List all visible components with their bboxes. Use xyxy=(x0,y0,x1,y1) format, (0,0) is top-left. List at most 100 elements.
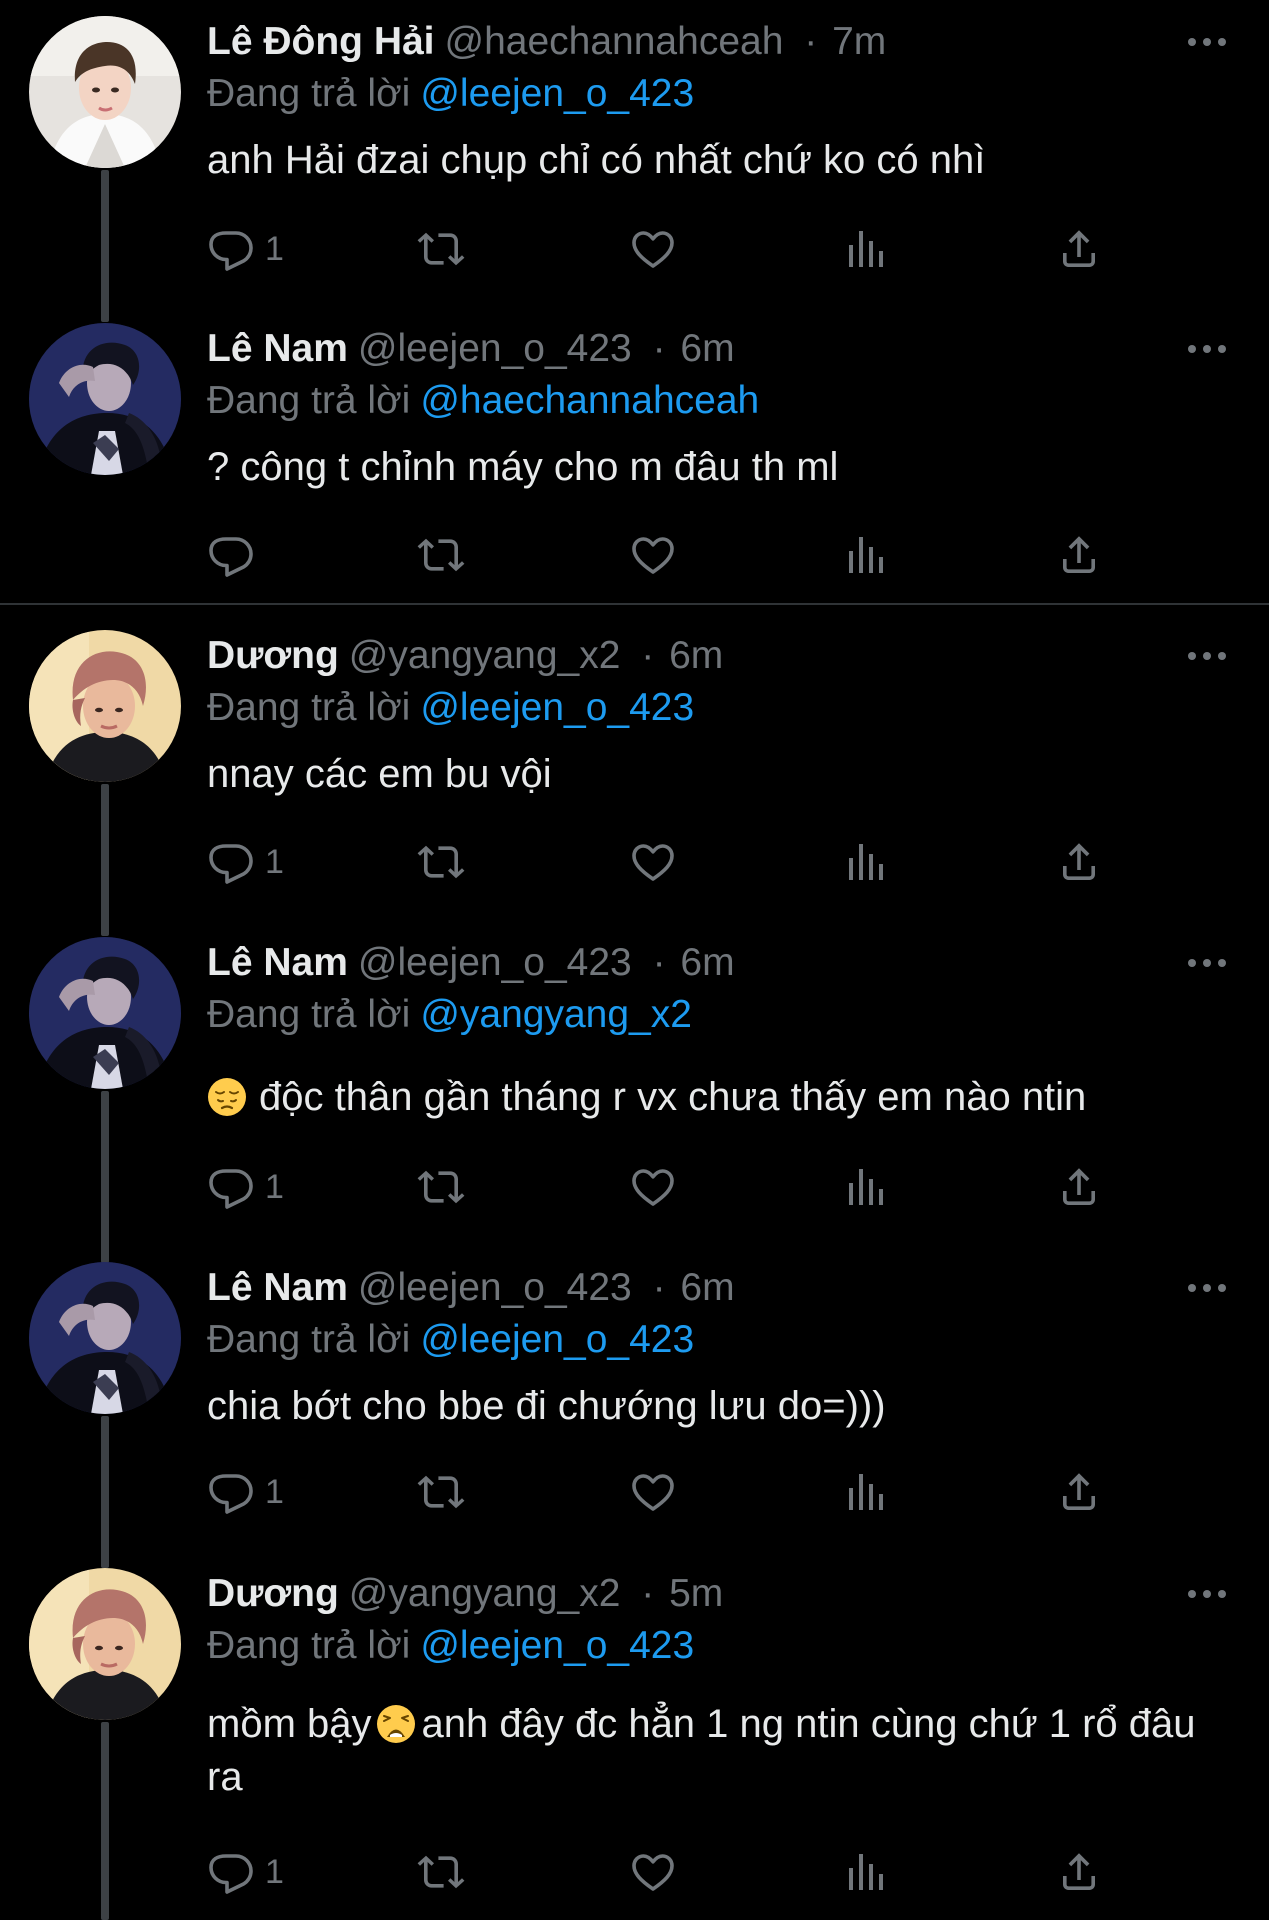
retweet-button[interactable] xyxy=(417,1842,465,1902)
like-button[interactable] xyxy=(629,525,677,585)
mention-link[interactable]: @leejen_o_423 xyxy=(420,1318,694,1361)
reply-count: 1 xyxy=(265,1167,284,1206)
replying-to: Đang trả lời @leejen_o_423 xyxy=(207,1314,1229,1366)
tweet[interactable]: Lê Nam @leejen_o_423 · 6m Đang trả lời @le… xyxy=(0,1246,1269,1568)
views-button[interactable] xyxy=(843,525,891,585)
share-button[interactable] xyxy=(1055,1842,1103,1902)
handle[interactable]: @leejen_o_423 xyxy=(358,941,632,984)
more-icon[interactable] xyxy=(1185,951,1229,975)
views-icon xyxy=(843,1163,891,1211)
like-button[interactable] xyxy=(629,219,677,279)
avatar[interactable] xyxy=(29,937,181,1089)
views-button[interactable] xyxy=(843,1462,891,1522)
reply-button[interactable]: 1 xyxy=(207,1462,284,1522)
heart-icon xyxy=(629,1848,677,1896)
retweet-button[interactable] xyxy=(417,219,465,279)
tweet-text: nnay các em bu vội xyxy=(207,752,552,796)
timestamp[interactable]: 5m xyxy=(669,1572,723,1615)
more-icon[interactable] xyxy=(1185,337,1229,361)
views-button[interactable] xyxy=(843,1842,891,1902)
mention-link[interactable]: @leejen_o_423 xyxy=(420,72,694,115)
share-icon xyxy=(1055,1468,1103,1516)
avatar[interactable] xyxy=(29,323,181,475)
reply-button[interactable] xyxy=(207,525,265,585)
views-icon xyxy=(843,1848,891,1896)
display-name[interactable]: Lê Nam xyxy=(207,1266,348,1309)
like-button[interactable] xyxy=(629,1842,677,1902)
tweet[interactable]: Lê Đông Hải @haechannahceah · 7m Đang trả… xyxy=(0,0,1269,322)
tweet-header: Lê Đông Hải @haechannahceah · 7m xyxy=(207,16,1229,68)
tweet[interactable]: Lê Nam @leejen_o_423 · 6m Đang trả lời @ya… xyxy=(0,921,1269,1263)
more-icon[interactable] xyxy=(1185,30,1229,54)
tweet-header: Dương @yangyang_x2 · 5m xyxy=(207,1568,1229,1620)
heart-icon xyxy=(629,838,677,886)
mention-link[interactable]: @leejen_o_423 xyxy=(420,686,694,729)
action-bar xyxy=(207,525,1127,585)
retweet-button[interactable] xyxy=(417,1462,465,1522)
retweet-button[interactable] xyxy=(417,1157,465,1217)
replying-to: Đang trả lời @haechannahceah xyxy=(207,375,1229,427)
display-name[interactable]: Lê Nam xyxy=(207,327,348,370)
avatar[interactable] xyxy=(29,1568,181,1720)
reply-icon xyxy=(207,1163,255,1211)
retweet-button[interactable] xyxy=(417,525,465,585)
avatar[interactable] xyxy=(29,16,181,168)
more-icon[interactable] xyxy=(1185,1276,1229,1300)
like-button[interactable] xyxy=(629,1157,677,1217)
timestamp[interactable]: 7m xyxy=(832,20,886,63)
separator: · xyxy=(652,1266,666,1309)
share-button[interactable] xyxy=(1055,1157,1103,1217)
avatar[interactable] xyxy=(29,630,181,782)
retweet-icon xyxy=(417,225,465,273)
reply-thread: Lê Đông Hải @haechannahceah · 7m Đang trả… xyxy=(0,0,1269,1920)
display-name[interactable]: Dương xyxy=(207,1572,339,1615)
views-button[interactable] xyxy=(843,832,891,892)
display-name[interactable]: Lê Nam xyxy=(207,941,348,984)
views-button[interactable] xyxy=(843,219,891,279)
share-button[interactable] xyxy=(1055,525,1103,585)
reply-button[interactable]: 1 xyxy=(207,1842,284,1902)
replying-to: Đang trả lời @leejen_o_423 xyxy=(207,68,1229,120)
share-button[interactable] xyxy=(1055,219,1103,279)
reply-button[interactable]: 1 xyxy=(207,1157,284,1217)
tweet[interactable]: Lê Nam @leejen_o_423 · 6m Đang trả lời @ha… xyxy=(0,307,1269,603)
retweet-button[interactable] xyxy=(417,832,465,892)
display-name[interactable]: Lê Đông Hải xyxy=(207,20,435,63)
tweet[interactable]: Dương @yangyang_x2 · 6m Đang trả lời @leej… xyxy=(0,614,1269,936)
like-button[interactable] xyxy=(629,832,677,892)
mention-link[interactable]: @leejen_o_423 xyxy=(420,1624,694,1667)
replying-to: Đang trả lời @yangyang_x2 xyxy=(207,989,1229,1041)
mention-link[interactable]: @yangyang_x2 xyxy=(420,993,692,1036)
more-icon[interactable] xyxy=(1185,644,1229,668)
share-button[interactable] xyxy=(1055,832,1103,892)
tweet[interactable]: Dương @yangyang_x2 · 5m Đang trả lời @leej… xyxy=(0,1552,1269,1920)
share-button[interactable] xyxy=(1055,1462,1103,1522)
handle[interactable]: @yangyang_x2 xyxy=(349,1572,621,1615)
reply-button[interactable]: 1 xyxy=(207,219,284,279)
like-button[interactable] xyxy=(629,1462,677,1522)
timestamp[interactable]: 6m xyxy=(680,1266,734,1309)
timestamp[interactable]: 6m xyxy=(680,941,734,984)
avatar[interactable] xyxy=(29,1262,181,1414)
timestamp[interactable]: 6m xyxy=(669,634,723,677)
views-button[interactable] xyxy=(843,1157,891,1217)
separator: · xyxy=(804,20,818,63)
pensive-face-emoji xyxy=(207,1077,247,1117)
tweet-header: Dương @yangyang_x2 · 6m xyxy=(207,630,1229,682)
timestamp[interactable]: 6m xyxy=(680,327,734,370)
retweet-icon xyxy=(417,1848,465,1896)
replying-to-label: Đang trả lời xyxy=(207,72,411,115)
reply-button[interactable]: 1 xyxy=(207,832,284,892)
handle[interactable]: @yangyang_x2 xyxy=(349,634,621,677)
handle[interactable]: @leejen_o_423 xyxy=(358,1266,632,1309)
mention-link[interactable]: @haechannahceah xyxy=(420,379,759,422)
heart-icon xyxy=(629,1468,677,1516)
retweet-icon xyxy=(417,531,465,579)
handle[interactable]: @leejen_o_423 xyxy=(358,327,632,370)
replying-to: Đang trả lời @leejen_o_423 xyxy=(207,1620,1229,1672)
reply-icon xyxy=(207,531,255,579)
views-icon xyxy=(843,225,891,273)
more-icon[interactable] xyxy=(1185,1582,1229,1606)
handle[interactable]: @haechannahceah xyxy=(445,20,784,63)
display-name[interactable]: Dương xyxy=(207,634,339,677)
